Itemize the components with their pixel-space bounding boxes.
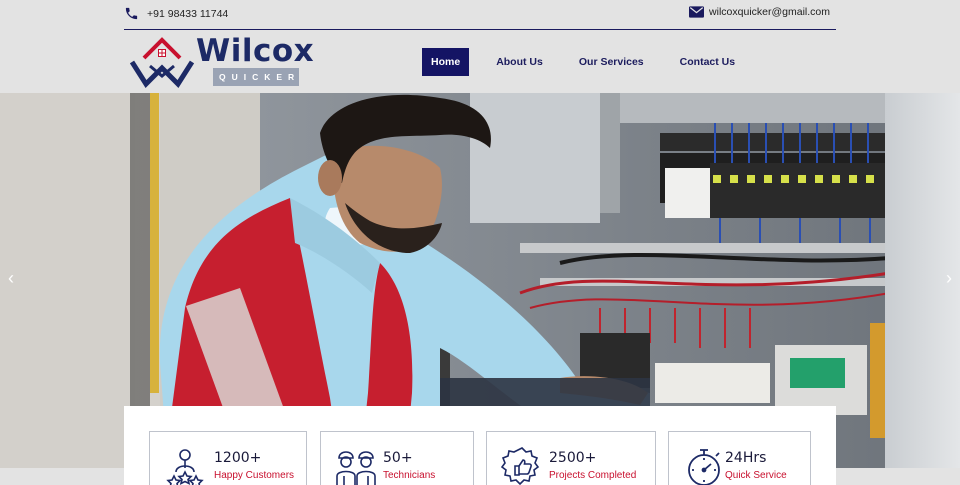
stat-quick-service: 24Hrs Quick Service	[668, 431, 811, 485]
stat-value: 24Hrs	[725, 450, 767, 466]
envelope-icon	[689, 6, 705, 18]
stat-happy-customers: 1200+ Happy Customers	[149, 431, 307, 485]
email-contact[interactable]: wilcoxquicker@gmail.com	[689, 6, 830, 18]
stat-label: Happy Customers	[214, 470, 295, 481]
logo-wordmark: Wilcox	[196, 33, 315, 69]
stat-technicians: 50+ Technicians	[320, 431, 474, 485]
carousel-prev-button[interactable]: ‹	[8, 269, 14, 287]
happy-customers-icon	[166, 449, 204, 485]
phone-number[interactable]: +91 98433 11744	[147, 8, 228, 20]
stats-panel: 1200+ Happy Customers 50+ Technicians 25…	[124, 406, 836, 485]
stat-value: 1200+	[214, 450, 262, 466]
projects-badge-icon	[501, 447, 540, 485]
stat-label: Projects Completed	[549, 470, 637, 481]
nav-home[interactable]: Home	[422, 48, 470, 76]
main-nav: Home About Us Our Services Contact Us	[422, 48, 762, 76]
chevron-left-icon: ‹	[8, 268, 14, 288]
stat-label: Technicians	[383, 470, 436, 481]
nav-contact-us[interactable]: Contact Us	[671, 48, 744, 76]
logo-tagline: QUICKER	[213, 68, 299, 86]
logo-mark-icon	[130, 37, 194, 88]
technicians-icon	[336, 451, 376, 485]
site-logo[interactable]: Wilcox QUICKER	[130, 33, 320, 88]
stopwatch-icon	[688, 449, 720, 485]
chevron-right-icon: ›	[946, 268, 952, 288]
nav-our-services[interactable]: Our Services	[570, 48, 653, 76]
stat-label: Quick Service	[725, 470, 787, 481]
stat-value: 50+	[383, 450, 413, 466]
email-address[interactable]: wilcoxquicker@gmail.com	[709, 6, 830, 18]
stat-value: 2500+	[549, 450, 597, 466]
phone-icon	[124, 6, 139, 21]
site-header: +91 98433 11744 wilcoxquicker@gmail.com …	[0, 0, 960, 93]
carousel-next-button[interactable]: ›	[946, 269, 952, 287]
phone-contact[interactable]: +91 98433 11744	[124, 6, 228, 21]
nav-about-us[interactable]: About Us	[487, 48, 552, 76]
stat-projects-completed: 2500+ Projects Completed	[486, 431, 656, 485]
contact-bar: +91 98433 11744 wilcoxquicker@gmail.com	[124, 0, 836, 30]
